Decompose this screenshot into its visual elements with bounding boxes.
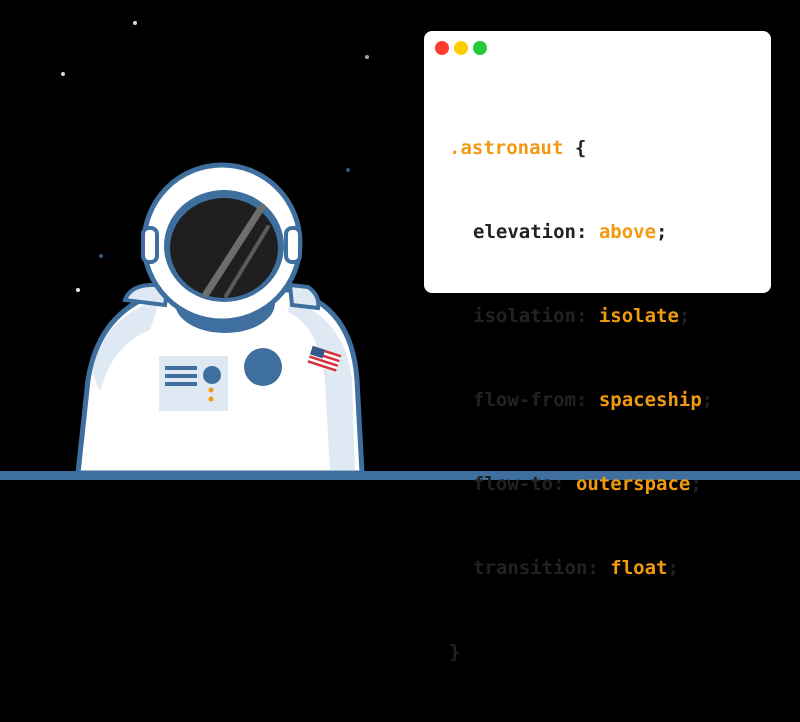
css-selector: .astronaut [449,137,564,159]
code-block: .astronaut { elevation: above; isolation… [449,78,713,722]
space-scene: .astronaut { elevation: above; isolation… [0,0,800,663]
css-value: above [598,221,657,243]
maximize-dot-icon[interactable] [473,41,487,55]
code-line-close: } [449,638,713,666]
code-line: flow-from: spaceship; [473,389,714,411]
code-line-selector: .astronaut { [449,134,713,162]
chest-panel-icon [159,356,228,411]
code-line: elevation: above; [473,221,668,243]
code-line: transition: float; [473,557,679,579]
code-window: .astronaut { elevation: above; isolation… [424,31,771,663]
close-dot-icon[interactable] [435,41,449,55]
backpack-right [287,282,321,311]
code-line: flow-to: outerspace; [473,473,702,495]
minimize-dot-icon[interactable] [454,41,468,55]
css-value: spaceship [598,389,702,411]
css-property: isolation [473,305,576,327]
open-brace: { [563,137,587,159]
css-value: float [610,557,668,579]
window-controls [435,41,487,55]
code-line: isolation: isolate; [473,305,691,327]
css-value: isolate [598,305,679,327]
chest-button [244,348,282,386]
close-brace: } [449,641,461,663]
visor-icon [170,198,278,298]
css-property: elevation [473,221,576,243]
css-property: flow-to [473,473,554,495]
css-property: transition [473,557,588,579]
css-value: outerspace [575,473,691,495]
css-property: flow-from [473,389,576,411]
